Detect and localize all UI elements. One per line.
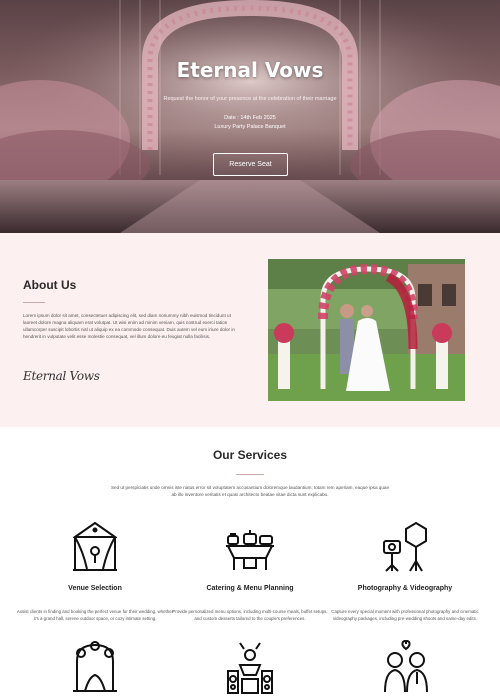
about-section: About Us Lorem ipsum dolor sit amet, con… <box>0 233 500 427</box>
floral-arch-icon <box>71 641 119 698</box>
about-title: About Us <box>23 278 77 292</box>
hero-subtitle: Request the honor of your presence at th… <box>163 96 337 102</box>
services-intro: Sed ut perspiciatis unde omnis iste natu… <box>110 485 390 497</box>
dj-music-icon <box>226 641 274 700</box>
service-name-venue: Venue Selection <box>68 585 122 592</box>
hero-title: Eternal Vows <box>176 58 324 82</box>
camera-lights-icon <box>382 521 430 578</box>
hero-banner: Eternal Vows Request the honor of your p… <box>0 0 500 233</box>
about-divider <box>23 302 45 303</box>
catering-table-icon <box>226 522 274 577</box>
wedding-couple-photo <box>268 259 465 401</box>
reserve-seat-button[interactable]: Reserve Seat <box>213 153 288 176</box>
couple-icon <box>381 639 431 699</box>
service-desc-venue: Assist clients in finding and booking th… <box>16 609 174 621</box>
hero-date: Date : 14th Feb 2025 <box>224 115 276 121</box>
about-signature: Eternal Vows <box>23 369 100 383</box>
service-name-catering: Catering & Menu Planning <box>206 585 294 592</box>
service-desc-catering: Provide personalized menu options, inclu… <box>172 609 328 621</box>
service-name-photography: Photography & Videography <box>357 585 453 592</box>
services-title: Our Services <box>212 448 288 462</box>
hero-venue: Luxury Party Palace Banquet <box>214 124 286 130</box>
services-divider <box>236 474 264 475</box>
about-text: Lorem ipsum dolor sit amet, consectetuer… <box>23 313 235 339</box>
service-desc-photography: Capture every special moment with profes… <box>331 609 479 621</box>
venue-arch-icon <box>71 521 119 578</box>
